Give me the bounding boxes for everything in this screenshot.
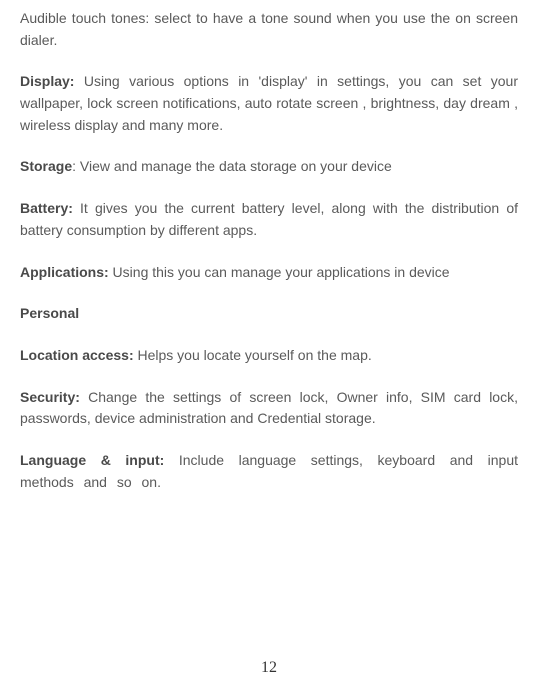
- security-paragraph: Security: Change the settings of screen …: [20, 387, 518, 430]
- personal-heading: Personal: [20, 303, 518, 325]
- security-text: Change the settings of screen lock, Owne…: [20, 389, 518, 427]
- applications-lead: Applications:: [20, 264, 109, 280]
- battery-text: It gives you the current battery level, …: [20, 200, 518, 238]
- location-lead: Location access:: [20, 347, 134, 363]
- display-paragraph: Display: Using various options in 'displ…: [20, 71, 518, 136]
- language-lead: Language & input:: [20, 452, 164, 468]
- language-paragraph: Language & input: Include language setti…: [20, 450, 518, 493]
- applications-text: Using this you can manage your applicati…: [109, 264, 450, 280]
- storage-lead: Storage: [20, 158, 72, 174]
- storage-paragraph: Storage: View and manage the data storag…: [20, 156, 518, 178]
- location-text: Helps you locate yourself on the map.: [134, 347, 372, 363]
- storage-text: : View and manage the data storage on yo…: [72, 158, 392, 174]
- audible-touch-paragraph: Audible touch tones: select to have a to…: [20, 8, 518, 51]
- battery-lead: Battery:: [20, 200, 73, 216]
- applications-paragraph: Applications: Using this you can manage …: [20, 262, 518, 284]
- battery-paragraph: Battery: It gives you the current batter…: [20, 198, 518, 241]
- display-lead: Display:: [20, 73, 74, 89]
- location-paragraph: Location access: Helps you locate yourse…: [20, 345, 518, 367]
- display-text: Using various options in 'display' in se…: [20, 73, 518, 132]
- page-number: 12: [0, 656, 538, 681]
- security-lead: Security:: [20, 389, 80, 405]
